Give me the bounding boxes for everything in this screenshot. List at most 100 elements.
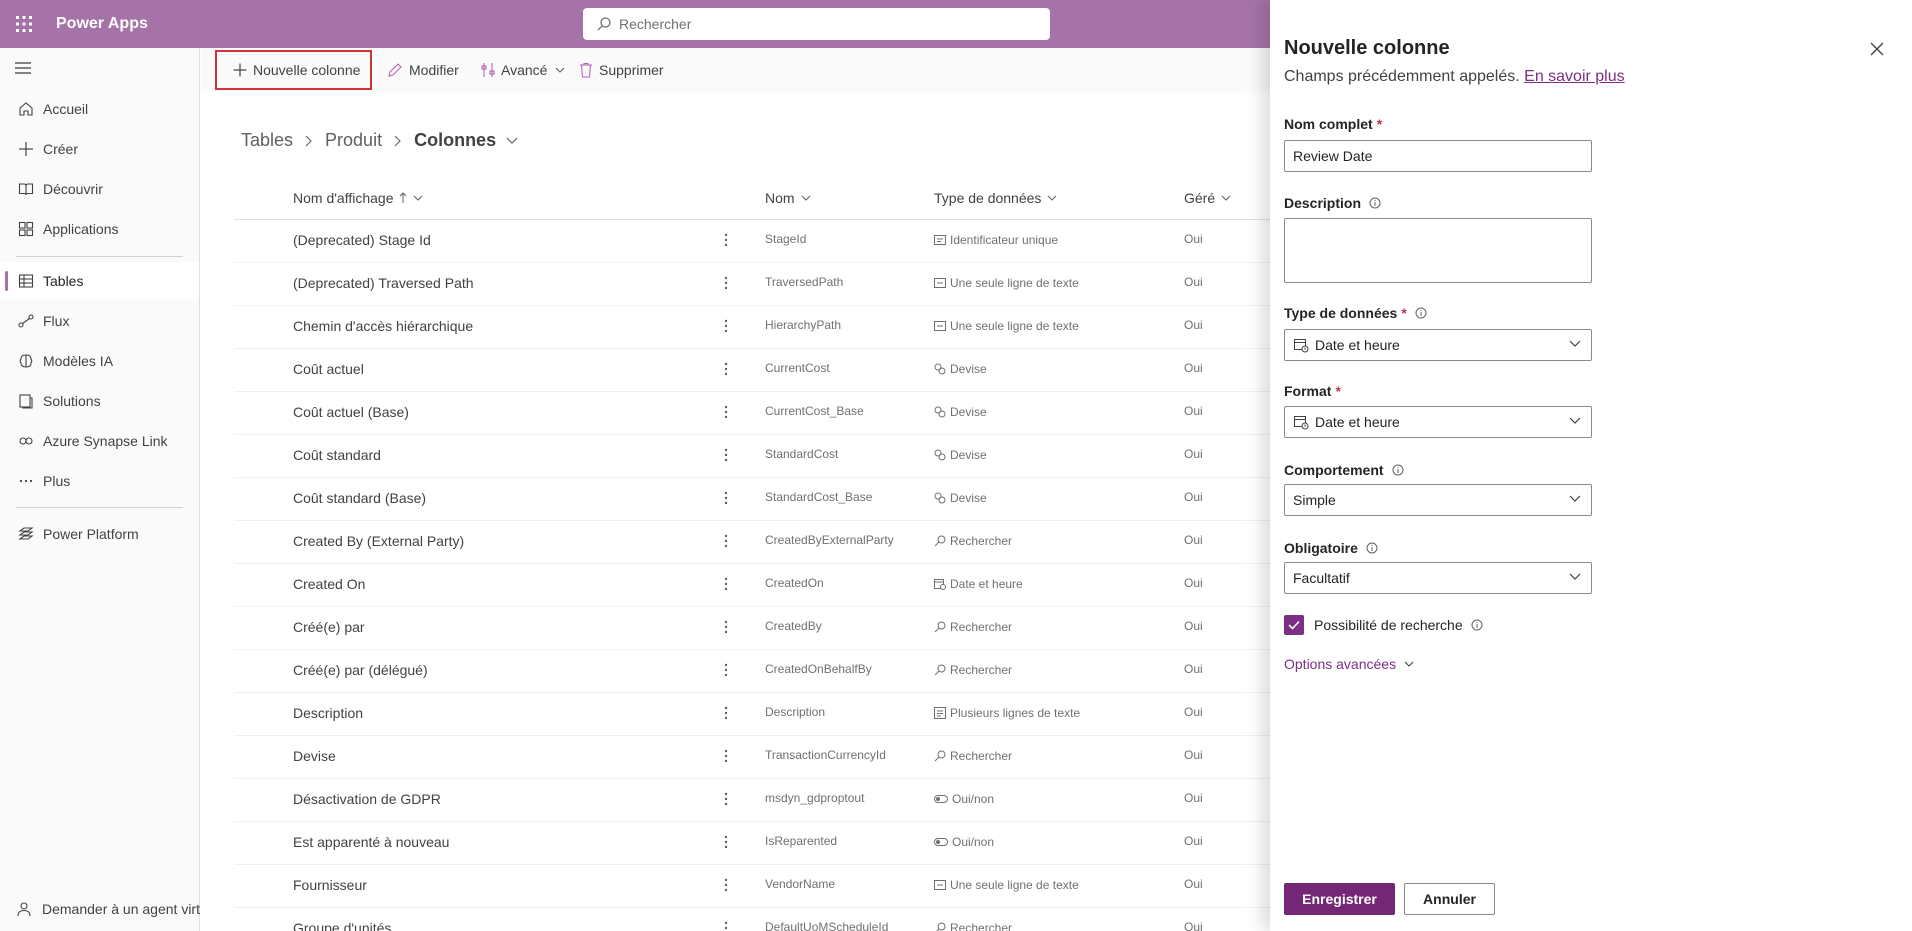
- display-name-cell[interactable]: Fournisseur: [293, 877, 367, 893]
- table-row[interactable]: Chemin d'accès hiérarchique HierarchyPath…: [234, 306, 1274, 349]
- more-options-icon[interactable]: [724, 662, 728, 678]
- nav-item-create[interactable]: Créer: [0, 130, 199, 168]
- subtitle-text: Champs précédemment appelés.: [1284, 68, 1520, 85]
- more-options-icon[interactable]: [724, 791, 728, 807]
- breadcrumb-columns[interactable]: Colonnes: [414, 130, 496, 151]
- display-name-cell[interactable]: Devise: [293, 748, 336, 764]
- app-launcher-icon[interactable]: [0, 0, 48, 48]
- column-header-managed[interactable]: Géré: [1184, 190, 1231, 206]
- delete-button[interactable]: Supprimer: [571, 54, 672, 86]
- nav-item-solutions[interactable]: Solutions: [0, 382, 199, 420]
- table-row[interactable]: Est apparenté à nouveau IsReparented Oui/n…: [234, 822, 1274, 865]
- nav-item-more[interactable]: Plus: [0, 462, 199, 500]
- display-name-cell[interactable]: Coût standard: [293, 447, 381, 463]
- more-options-icon[interactable]: [724, 404, 728, 420]
- required-select[interactable]: Facultatif: [1284, 562, 1592, 594]
- nav-item-discover[interactable]: Découvrir: [0, 170, 199, 208]
- hamburger-icon[interactable]: [14, 61, 32, 75]
- nav-item-ai-models[interactable]: Modèles IA: [0, 342, 199, 380]
- table-row[interactable]: Description Description Plusieurs lignes d…: [234, 693, 1274, 736]
- more-options-icon[interactable]: [724, 748, 728, 764]
- nav-item-synapse[interactable]: Azure Synapse Link: [0, 422, 199, 460]
- table-row[interactable]: Created By (External Party) CreatedByExte…: [234, 521, 1274, 564]
- info-icon[interactable]: [1369, 197, 1381, 209]
- table-row[interactable]: Créé(e) par (délégué) CreatedOnBehalfBy Re…: [234, 650, 1274, 693]
- table-row[interactable]: Fournisseur VendorName Une seule ligne de …: [234, 865, 1274, 908]
- app-title[interactable]: Power Apps: [56, 15, 148, 33]
- behavior-select[interactable]: Simple: [1284, 484, 1592, 516]
- display-name-cell[interactable]: (Deprecated) Stage Id: [293, 232, 431, 248]
- more-options-icon[interactable]: [724, 834, 728, 850]
- table-row[interactable]: Coût actuel (Base) CurrentCost_Base Devise…: [234, 392, 1274, 435]
- more-options-icon[interactable]: [724, 275, 728, 291]
- display-name-cell[interactable]: Créé(e) par (délégué): [293, 662, 428, 678]
- advanced-options-toggle[interactable]: Options avancées: [1284, 656, 1414, 672]
- more-options-icon[interactable]: [724, 705, 728, 721]
- more-options-icon[interactable]: [724, 447, 728, 463]
- more-options-icon[interactable]: [724, 533, 728, 549]
- table-row[interactable]: Créé(e) par CreatedBy Rechercher Oui: [234, 607, 1274, 650]
- info-icon[interactable]: [1366, 542, 1378, 554]
- nav-item-apps[interactable]: Applications: [0, 210, 199, 248]
- full-name-input[interactable]: Review Date: [1284, 140, 1592, 172]
- table-row[interactable]: Created On CreatedOn Date et heure Oui: [234, 564, 1274, 607]
- chevron-down-icon[interactable]: [506, 137, 518, 145]
- more-options-icon[interactable]: [724, 619, 728, 635]
- advanced-menu-button[interactable]: Avancé: [473, 54, 573, 86]
- more-options-icon[interactable]: [724, 877, 728, 893]
- select-text: Date et heure: [1315, 414, 1400, 430]
- breadcrumb-tables[interactable]: Tables: [241, 130, 293, 151]
- save-button[interactable]: Enregistrer: [1284, 883, 1395, 915]
- searchable-checkbox[interactable]: [1284, 615, 1304, 635]
- close-icon[interactable]: [1870, 42, 1884, 56]
- search-input[interactable]: Rechercher: [583, 8, 1050, 40]
- virtual-agent-button[interactable]: Demander à un agent virtuel: [16, 901, 200, 917]
- more-options-icon[interactable]: [724, 576, 728, 592]
- display-name-cell[interactable]: Coût actuel: [293, 361, 364, 377]
- nav-item-power-platform[interactable]: Power Platform: [0, 515, 199, 553]
- more-options-icon[interactable]: [724, 232, 728, 248]
- calendar-clock-icon: [1293, 414, 1309, 430]
- column-header-data-type[interactable]: Type de données: [934, 190, 1057, 206]
- data-type-text: Oui/non: [952, 835, 995, 849]
- display-name-cell[interactable]: Chemin d'accès hiérarchique: [293, 318, 473, 334]
- display-name-cell[interactable]: Coût standard (Base): [293, 490, 426, 506]
- display-name-cell[interactable]: Groupe d'unités: [293, 920, 391, 931]
- display-name-cell[interactable]: Created On: [293, 576, 365, 592]
- display-name-cell[interactable]: Est apparenté à nouveau: [293, 834, 449, 850]
- more-options-icon[interactable]: [724, 361, 728, 377]
- table-row[interactable]: Coût standard StandardCost Devise Oui: [234, 435, 1274, 478]
- table-row[interactable]: Devise TransactionCurrencyId Rechercher Oui: [234, 736, 1274, 779]
- display-name-cell[interactable]: Coût actuel (Base): [293, 404, 409, 420]
- more-options-icon[interactable]: [724, 920, 728, 931]
- column-header-display-name[interactable]: Nom d'affichage: [293, 190, 423, 206]
- info-icon[interactable]: [1392, 464, 1404, 476]
- table-row[interactable]: Groupe d'unités DefaultUoMScheduleId Reche…: [234, 908, 1274, 931]
- nav-item-home[interactable]: Accueil: [0, 90, 199, 128]
- breadcrumb-product[interactable]: Produit: [325, 130, 382, 151]
- data-type-select[interactable]: Date et heure: [1284, 329, 1592, 361]
- new-column-button[interactable]: Nouvelle colonne: [215, 50, 372, 90]
- display-name-cell[interactable]: (Deprecated) Traversed Path: [293, 275, 474, 291]
- table-row[interactable]: (Deprecated) Stage Id StageId Identificate…: [234, 220, 1274, 263]
- nav-item-tables[interactable]: Tables: [0, 262, 199, 300]
- table-row[interactable]: Coût actuel CurrentCost Devise Oui: [234, 349, 1274, 392]
- column-header-name[interactable]: Nom: [765, 190, 811, 206]
- display-name-cell[interactable]: Created By (External Party): [293, 533, 464, 549]
- display-name-cell[interactable]: Description: [293, 705, 363, 721]
- info-icon[interactable]: [1471, 619, 1483, 631]
- table-row[interactable]: (Deprecated) Traversed Path TraversedPath…: [234, 263, 1274, 306]
- more-options-icon[interactable]: [724, 490, 728, 506]
- cancel-button[interactable]: Annuler: [1404, 883, 1495, 915]
- table-row[interactable]: Coût standard (Base) StandardCost_Base Dev…: [234, 478, 1274, 521]
- edit-button[interactable]: Modifier: [379, 54, 467, 86]
- nav-item-flows[interactable]: Flux: [0, 302, 199, 340]
- description-textarea[interactable]: [1284, 218, 1592, 283]
- info-icon[interactable]: [1415, 307, 1427, 319]
- display-name-cell[interactable]: Créé(e) par: [293, 619, 365, 635]
- table-row[interactable]: Désactivation de GDPR msdyn_gdproptout Oui…: [234, 779, 1274, 822]
- learn-more-link[interactable]: En savoir plus: [1524, 68, 1625, 85]
- format-select[interactable]: Date et heure: [1284, 406, 1592, 438]
- display-name-cell[interactable]: Désactivation de GDPR: [293, 791, 441, 807]
- more-options-icon[interactable]: [724, 318, 728, 334]
